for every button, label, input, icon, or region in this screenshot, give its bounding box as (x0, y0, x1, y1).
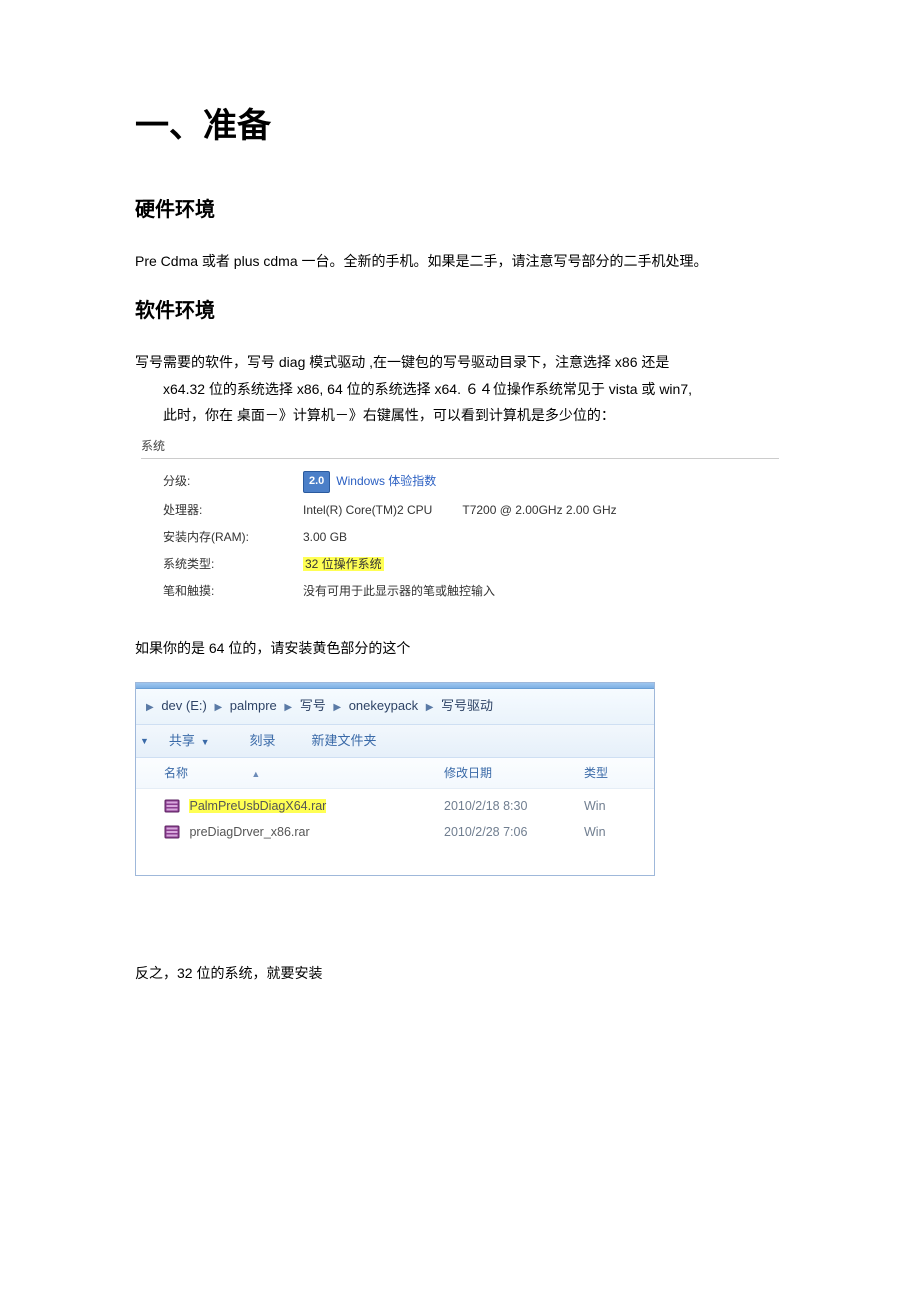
para-software: 写号需要的软件，写号 diag 模式驱动 ,在一键包的写号驱动目录下，注意选择 … (135, 349, 785, 429)
file-name-cell: preDiagDrver_x86.rar (164, 822, 444, 842)
para-software-l2: x64.32 位的系统选择 x86, 64 位的系统选择 x64. ６４位操作系… (135, 376, 785, 403)
system-info-header: 系统 (141, 437, 779, 459)
wei-badge[interactable]: 2.0 Windows 体验指数 (303, 471, 436, 493)
toolbar-share[interactable]: 共享 ▼ (169, 731, 214, 752)
type-label: 系统类型: (163, 555, 303, 574)
toolbar-new-folder[interactable]: 新建文件夹 (312, 731, 377, 752)
archive-file-icon (164, 825, 180, 839)
file-row[interactable]: preDiagDrver_x86.rar 2010/2/28 7:06 Win (136, 819, 654, 845)
chevron-right-icon: ▶ (214, 700, 222, 716)
crumb-4[interactable]: 写号驱动 (441, 698, 493, 713)
crumb-0[interactable]: dev (E:) (161, 698, 207, 713)
wei-link[interactable]: Windows 体验指数 (336, 472, 436, 491)
crumb-1[interactable]: palmpre (230, 698, 277, 713)
para-64bit-note: 如果你的是 64 位的，请安装黄色部分的这个 (135, 635, 785, 662)
pen-value: 没有可用于此显示器的笔或触控输入 (303, 582, 779, 601)
pen-label: 笔和触摸: (163, 582, 303, 601)
file-date: 2010/2/28 7:06 (444, 822, 584, 842)
sort-asc-icon: ▲ (251, 767, 260, 781)
system-info-panel: 系统 分级: 2.0 Windows 体验指数 处理器: Intel(R) Co… (135, 437, 785, 606)
file-type: Win (584, 822, 644, 842)
system-row-cpu: 处理器: Intel(R) Core(TM)2 CPU T7200 @ 2.00G… (141, 497, 779, 524)
system-row-pen: 笔和触摸: 没有可用于此显示器的笔或触控输入 (141, 578, 779, 605)
crumb-3[interactable]: onekeypack (349, 698, 418, 713)
file-date: 2010/2/18 8:30 (444, 796, 584, 816)
para-32bit-note: 反之，32 位的系统，就要安装 (135, 962, 785, 984)
heading-hardware: 硬件环境 (135, 194, 785, 226)
explorer-window: ▶ dev (E:) ▶ palmpre ▶ 写号 ▶ onekeypack ▶… (135, 682, 655, 876)
col-name[interactable]: 名称 ▲ (164, 764, 444, 783)
ram-value: 3.00 GB (303, 528, 779, 547)
heading-software: 软件环境 (135, 295, 785, 327)
para-software-l1: 写号需要的软件，写号 diag 模式驱动 ,在一键包的写号驱动目录下，注意选择 … (135, 354, 669, 370)
file-type: Win (584, 796, 644, 816)
explorer-columns: 名称 ▲ 修改日期 类型 (136, 758, 654, 788)
cpu-value: Intel(R) Core(TM)2 CPU T7200 @ 2.00GHz 2.… (303, 501, 779, 520)
explorer-body: PalmPreUsbDiagX64.rar 2010/2/18 8:30 Win… (136, 789, 654, 875)
ram-label: 安装内存(RAM): (163, 528, 303, 547)
chevron-right-icon: ▶ (146, 700, 154, 716)
type-value-hl: 32 位操作系统 (303, 557, 384, 571)
col-type[interactable]: 类型 (584, 764, 644, 783)
para-software-l3: 此时，你在 桌面－》计算机－》右键属性，可以看到计算机是多少位的： (135, 402, 785, 429)
heading-1: 一、准备 (135, 100, 785, 154)
type-value: 32 位操作系统 (303, 555, 779, 574)
dropdown-icon: ▼ (201, 737, 210, 747)
rating-label: 分级: (163, 472, 303, 491)
file-name: PalmPreUsbDiagX64.rar (189, 799, 326, 813)
chevron-right-icon: ▶ (284, 700, 292, 716)
system-row-ram: 安装内存(RAM): 3.00 GB (141, 524, 779, 551)
wei-score: 2.0 (303, 471, 330, 493)
system-row-rating: 分级: 2.0 Windows 体验指数 (141, 467, 779, 497)
dropdown-icon[interactable]: ▼ (140, 734, 149, 748)
explorer-toolbar: ▼ 共享 ▼ 刻录 新建文件夹 (136, 725, 654, 759)
chevron-right-icon: ▶ (426, 700, 434, 716)
crumb-2[interactable]: 写号 (300, 698, 326, 713)
toolbar-share-label: 共享 (169, 733, 195, 748)
file-name: preDiagDrver_x86.rar (189, 825, 309, 839)
cpu-label: 处理器: (163, 501, 303, 520)
chevron-right-icon: ▶ (333, 700, 341, 716)
cpu-value-a: Intel(R) Core(TM)2 CPU (303, 503, 432, 517)
col-name-label: 名称 (164, 766, 188, 780)
file-name-cell: PalmPreUsbDiagX64.rar (164, 796, 444, 816)
system-row-type: 系统类型: 32 位操作系统 (141, 551, 779, 578)
explorer-address-bar[interactable]: ▶ dev (E:) ▶ palmpre ▶ 写号 ▶ onekeypack ▶… (136, 689, 654, 725)
para-hardware: Pre Cdma 或者 plus cdma 一台。全新的手机。如果是二手，请注意… (135, 248, 785, 275)
file-row[interactable]: PalmPreUsbDiagX64.rar 2010/2/18 8:30 Win (136, 793, 654, 819)
toolbar-burn[interactable]: 刻录 (249, 731, 275, 752)
col-date[interactable]: 修改日期 (444, 764, 584, 783)
cpu-value-b: T7200 @ 2.00GHz 2.00 GHz (462, 503, 616, 517)
archive-file-icon (164, 799, 180, 813)
